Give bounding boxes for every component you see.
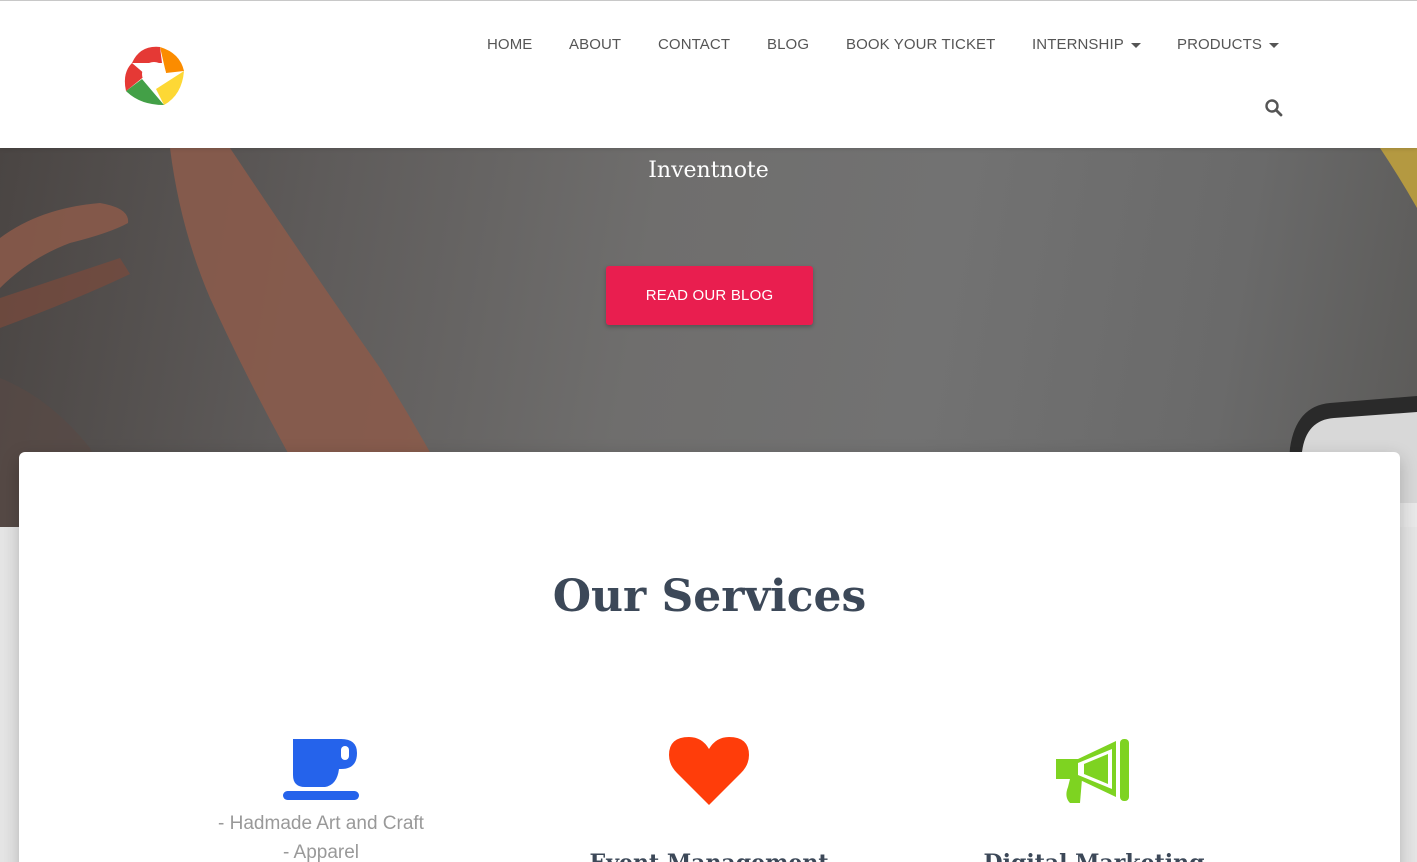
nav-products[interactable]: PRODUCTS xyxy=(1177,35,1279,55)
search-icon[interactable] xyxy=(1264,98,1284,118)
nav-products-label: PRODUCTS xyxy=(1177,36,1262,53)
section-title: Our Services xyxy=(552,571,867,622)
nav-book-ticket[interactable]: BOOK YOUR TICKET xyxy=(846,35,995,55)
nav-blog[interactable]: BLOG xyxy=(767,35,809,55)
service-item-handmade: - Hadmade Art and Craft - Apparel xyxy=(151,737,491,862)
service-line: - Apparel xyxy=(282,842,360,862)
chevron-down-icon xyxy=(1130,42,1141,48)
service-item-digital xyxy=(924,737,1264,807)
heart-icon xyxy=(669,737,749,805)
coffee-cup-icon xyxy=(283,739,359,800)
service-line: - Hadmade Art and Craft xyxy=(218,813,424,834)
nav-about[interactable]: ABOUT xyxy=(569,35,621,55)
service-name-event: Event Management xyxy=(539,850,879,862)
hero-title: Inventnote xyxy=(648,158,769,183)
megaphone-icon xyxy=(1056,739,1129,803)
nav-internship-label: INTERNSHIP xyxy=(1032,36,1124,53)
service-description: - Hadmade Art and Craft - Apparel xyxy=(151,809,491,862)
main-nav: HOME ABOUT CONTACT BLOG BOOK YOUR TICKET… xyxy=(0,35,1417,59)
services-card: Our Services - Hadmade Art and Craft - A… xyxy=(19,452,1400,862)
site-header: HOME ABOUT CONTACT BLOG BOOK YOUR TICKET… xyxy=(0,0,1417,148)
service-name-digital: Digital Marketing xyxy=(924,850,1264,862)
chevron-down-icon xyxy=(1268,42,1279,48)
nav-contact[interactable]: CONTACT xyxy=(658,35,730,55)
nav-home[interactable]: HOME xyxy=(487,35,532,55)
read-blog-button[interactable]: READ OUR BLOG xyxy=(606,266,813,325)
service-item-event xyxy=(539,737,879,807)
nav-internship[interactable]: INTERNSHIP xyxy=(1032,35,1141,55)
